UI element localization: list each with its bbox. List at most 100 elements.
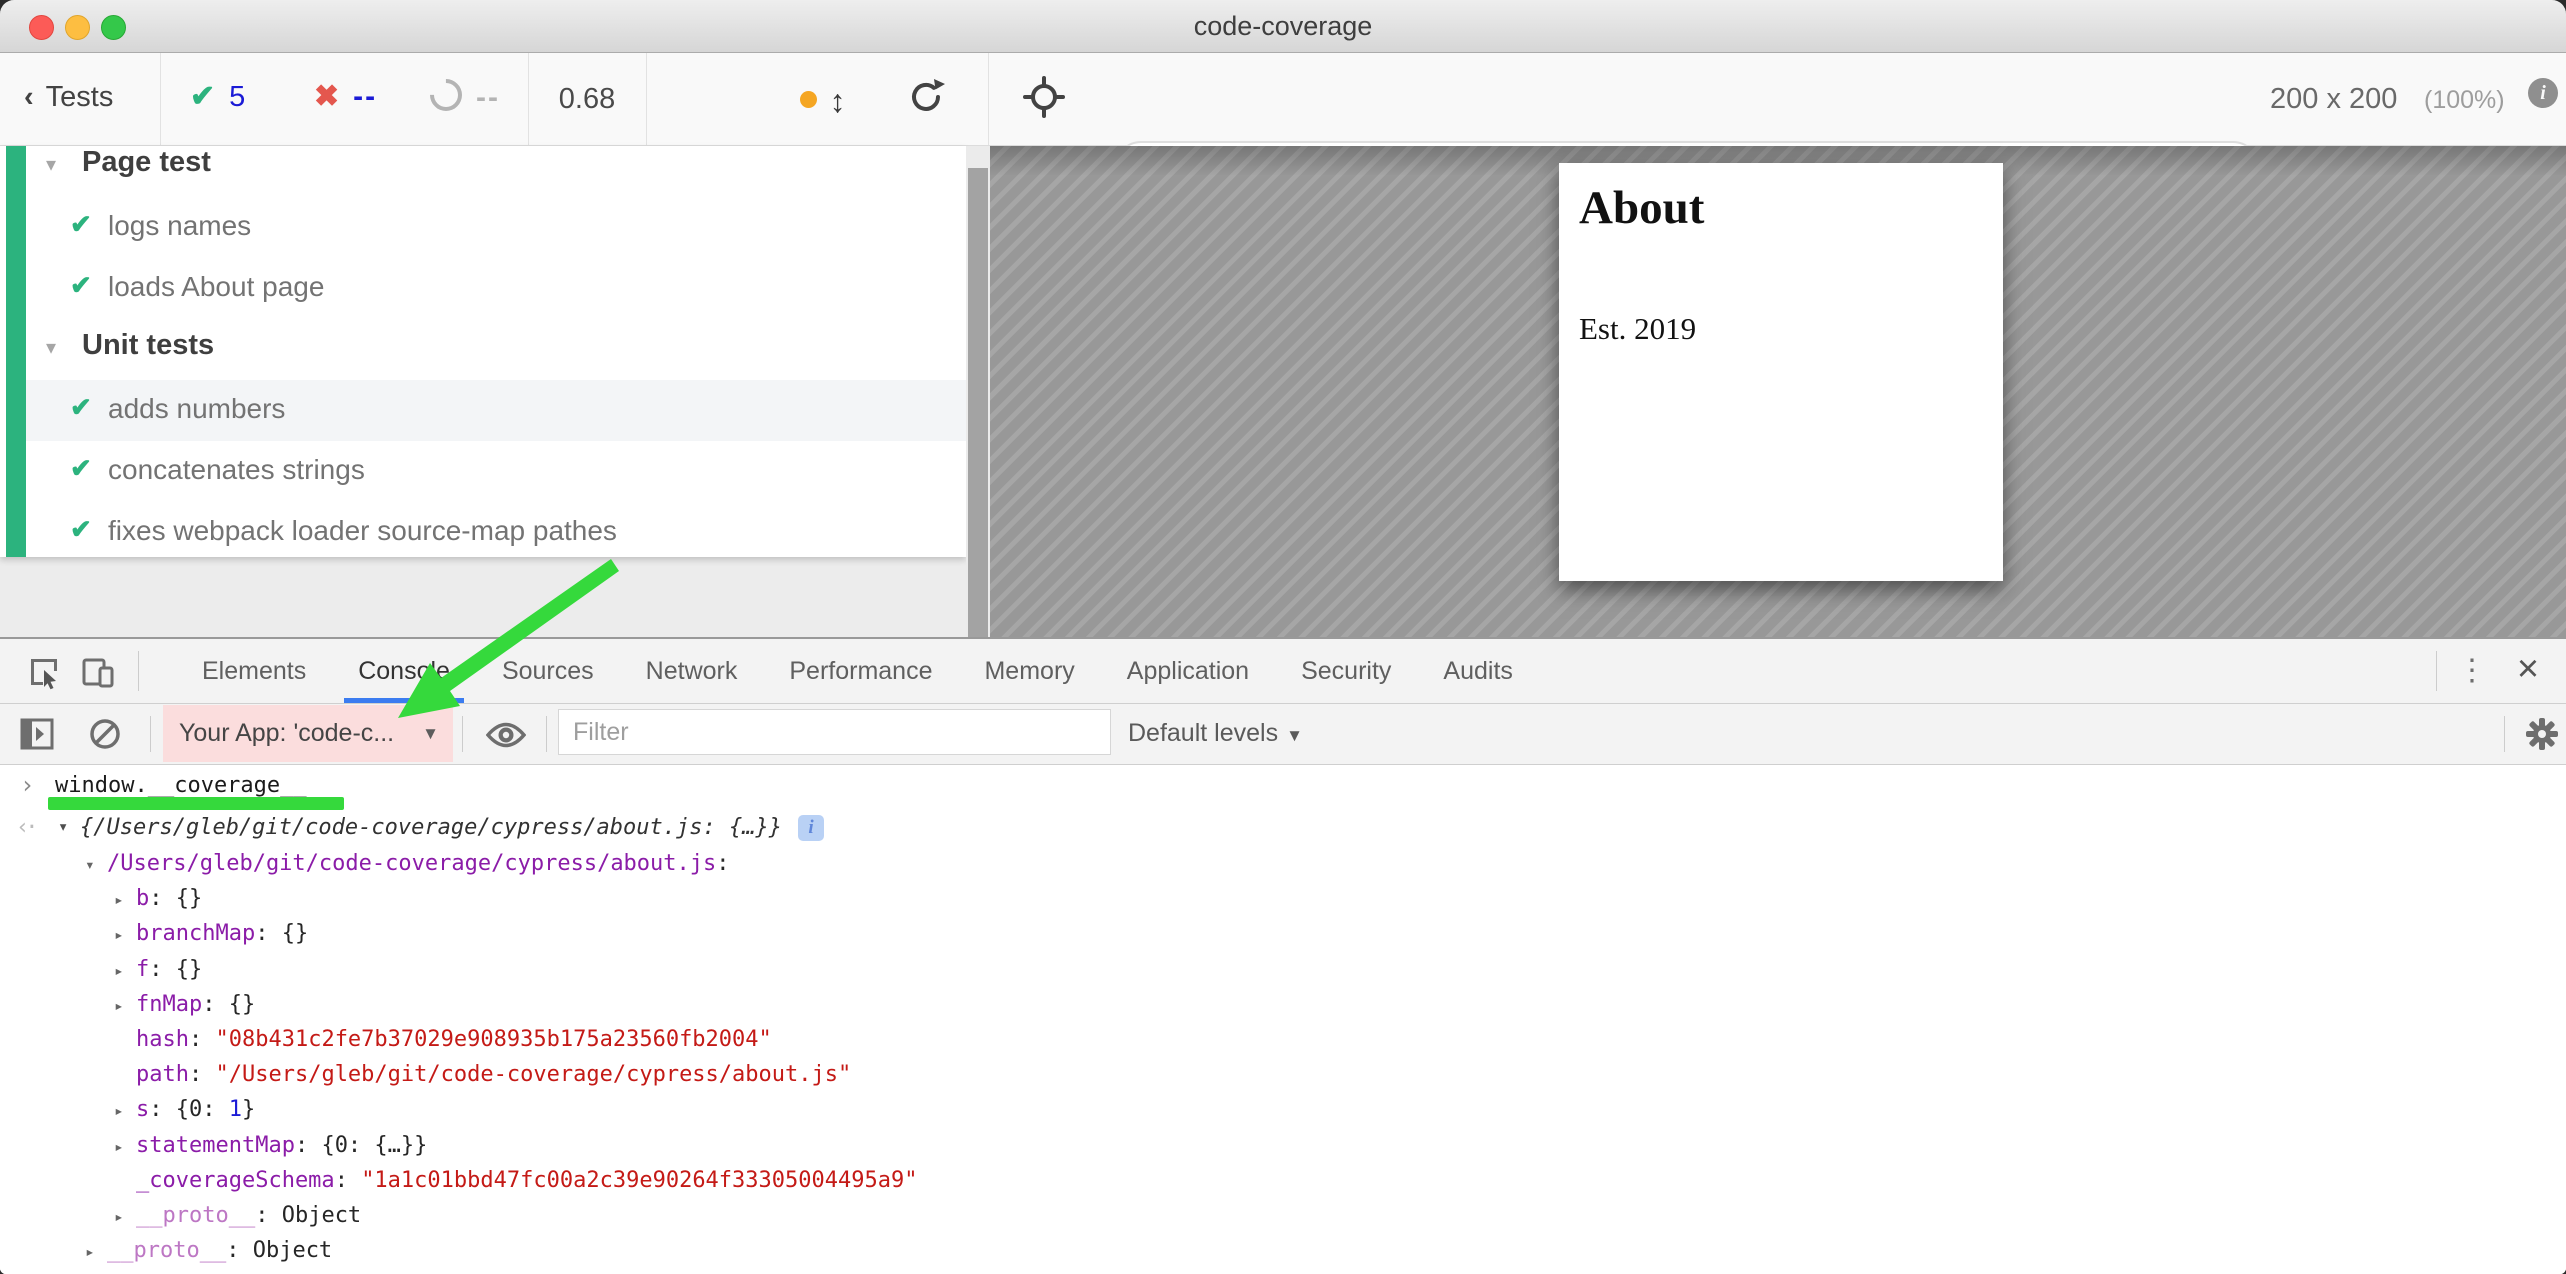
failed-count[interactable]: ✖-- [314,79,377,114]
devtools-panel: ElementsConsoleSourcesNetworkPerformance… [0,637,2566,1274]
aut-heading: About [1579,181,1704,235]
devtools-tab-performance[interactable]: Performance [763,639,958,703]
divider [2504,716,2505,752]
info-icon[interactable]: i [2528,78,2558,108]
live-expression-eye-icon[interactable] [486,720,526,755]
divider [160,53,161,145]
aut-page[interactable]: About Est. 2019 [1559,163,2003,581]
test-row[interactable]: ✔adds numbers [26,380,966,441]
triangle-right-icon[interactable]: ▸ [114,917,136,952]
triangle-right-icon[interactable]: ▸ [114,882,136,917]
console-input-row[interactable]: › window.__coverage__ [0,768,2566,803]
property-key: __proto__ [107,1238,226,1263]
auto-scroll-indicator[interactable]: ↕ [800,83,845,120]
collapse-triangle-icon[interactable]: ▾ [46,152,56,177]
devtools-tab-sources[interactable]: Sources [476,639,620,703]
test-title: adds numbers [108,393,285,425]
devtools-tabs: ElementsConsoleSourcesNetworkPerformance… [176,639,1539,703]
suite-row[interactable]: ▾Unit tests [26,319,966,380]
console-property-row[interactable]: ▸statementMap: {0: {…}} [0,1128,2566,1163]
value-text: : [189,1027,216,1052]
viewport-zoom: (100%) [2424,86,2505,115]
devtools-menu-button[interactable]: ⋮ [2452,639,2492,703]
triangle-right-icon[interactable]: ▸ [85,1234,107,1269]
test-passed-check-icon: ✔ [70,270,92,301]
triangle-right-icon[interactable]: ▸ [114,988,136,1023]
console-property-row[interactable]: ▸s: {0: 1} [0,1092,2566,1127]
console-property-row[interactable]: ▸__proto__: Object [0,1233,2566,1268]
console-property-row[interactable]: ▸fnMap: {} [0,987,2566,1022]
crosshair-icon [1022,75,1066,119]
app-window: code-coverage ‹Tests ✔5 ✖-- -- 0.68 ↕ [0,0,2566,1274]
test-row[interactable]: ✔ fixes webpack loader source-map pathes [26,502,966,563]
divider [138,651,139,691]
passed-count[interactable]: ✔5 [190,79,245,114]
value-text: : Object [226,1238,332,1263]
triangle-right-icon[interactable]: ▸ [114,1199,136,1234]
runner-header: ‹Tests ✔5 ✖-- -- 0.68 ↕ [0,53,2566,146]
device-toolbar-icon[interactable] [80,654,116,695]
devtools-close-button[interactable]: × [2506,639,2550,703]
spec-list-scrollbar[interactable] [966,146,990,637]
log-levels-dropdown[interactable]: Default levels▼ [1128,719,1303,748]
devtools-tab-audits[interactable]: Audits [1417,639,1538,703]
devtools-tab-application[interactable]: Application [1101,639,1275,703]
console-property-row[interactable]: ▸__proto__: Object [0,1198,2566,1233]
test-title: concatenates strings [108,454,365,486]
console-property-row[interactable]: path: "/Users/gleb/git/code-coverage/cyp… [0,1057,2566,1092]
console-command: window.__coverage__ [55,768,307,803]
inspect-element-icon[interactable] [26,654,62,695]
back-to-tests-button[interactable]: ‹Tests [24,81,113,114]
console-property-row[interactable]: _coverageSchema: "1a1c01bbd47fc00a2c39e9… [0,1163,2566,1198]
test-passed-check-icon: ✔ [70,514,92,545]
test-title: logs names [108,210,251,242]
triangle-right-icon[interactable]: ▸ [114,953,136,988]
check-icon: ✔ [190,80,215,113]
console-property-row[interactable]: hash: "08b431c2fe7b37029e908935b175a2356… [0,1022,2566,1057]
test-row[interactable]: ✔concatenates strings [26,441,966,502]
context-label: Your App: 'code-c... [179,719,394,748]
javascript-context-selector[interactable]: Your App: 'code-c... ▼ [163,705,453,762]
console-property-row[interactable]: ▸branchMap: {} [0,916,2566,951]
test-passed-check-icon: ✔ [70,209,92,240]
window-title: code-coverage [0,0,2566,52]
pending-count[interactable]: -- [430,79,500,115]
scrollbar-thumb[interactable] [968,168,988,637]
devtools-tab-bar: ElementsConsoleSourcesNetworkPerformance… [0,639,2566,704]
evaluated-info-icon[interactable]: i [798,815,824,841]
property-key: /Users/gleb/git/code-coverage/cypress/ab… [107,851,716,876]
return-value-icon: ‹· [16,810,35,845]
restart-tests-button[interactable] [905,75,949,124]
chevron-down-icon: ▼ [1286,726,1303,745]
suite-row[interactable]: ▾Page test [26,136,966,197]
clear-console-icon[interactable] [88,717,122,756]
test-row[interactable]: ✔ logs names [26,197,966,258]
selector-playground-button[interactable] [1022,75,1066,124]
settings-gear-icon[interactable] [2524,716,2560,757]
devtools-tab-network[interactable]: Network [620,639,764,703]
test-row[interactable]: ✔ loads About page [26,258,966,319]
console-filter-input[interactable] [558,709,1111,755]
divider [988,53,989,145]
test-title: loads About page [108,271,324,303]
devtools-tab-security[interactable]: Security [1275,639,1417,703]
triangle-right-icon[interactable]: ▸ [114,1093,136,1128]
console-property-row[interactable]: ▸b: {} [0,881,2566,916]
triangle-right-icon[interactable]: ▸ [114,1129,136,1164]
devtools-tab-memory[interactable]: Memory [958,639,1100,703]
aut-subheading: Est. 2019 [1579,311,1696,347]
property-key: __proto__ [136,1203,255,1228]
devtools-tab-elements[interactable]: Elements [176,639,332,703]
console-property-row[interactable]: ▸f: {} [0,952,2566,987]
console-sidebar-icon[interactable] [20,718,54,755]
runner-content: ▾Page test✔logs names✔loads About page▾U… [0,146,2566,637]
collapse-triangle-icon[interactable]: ▾ [46,335,56,360]
console-result-row[interactable]: ‹· ▾ {/Users/gleb/git/code-coverage/cypr… [0,810,2566,845]
triangle-down-icon[interactable]: ▾ [58,810,68,845]
triangle-down-icon[interactable]: ▾ [85,847,107,882]
test-title: fixes webpack loader source-map pathes [108,515,617,547]
console-output: › window.__coverage__ ‹· ▾ {/Users/gleb/… [0,765,2566,1274]
aut-preview: About Est. 2019 [990,146,2566,637]
devtools-tab-console[interactable]: Console [332,639,476,703]
console-property-row[interactable]: ▾/Users/gleb/git/code-coverage/cypress/a… [0,846,2566,881]
